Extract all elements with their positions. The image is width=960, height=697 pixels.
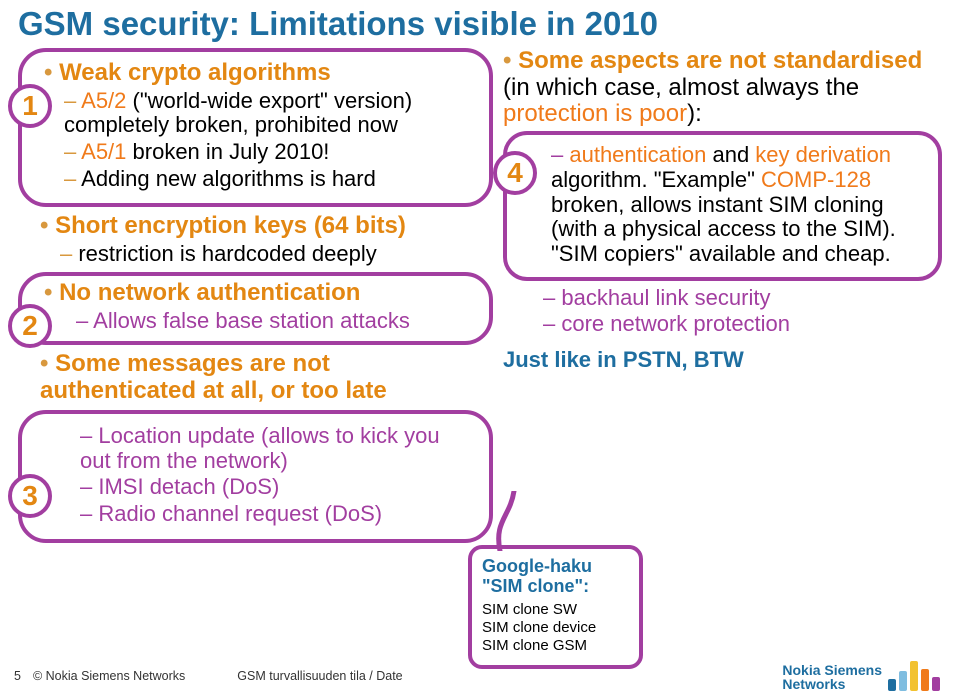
lead-text: Some aspects are not standardised [503,47,922,74]
sub-hardcoded: restriction is hardcoded deeply [60,242,479,267]
txt-a51-rest: broken in July 2010! [126,139,329,164]
sub-auth-key: authentication and key derivation algori… [551,143,928,266]
sub-imsi-detach: IMSI detach (DoS) [80,475,475,500]
txt-and: and [706,142,755,167]
sub-adding-hard: Adding new algorithms is hard [64,167,475,192]
logo-line2: Networks [782,677,882,691]
badge-1: 1 [8,84,52,128]
just-like-pstn: Just like in PSTN, BTW [503,347,942,373]
box-no-auth: 2 No network authentication Allows false… [18,272,493,345]
badge-2: 2 [8,304,52,348]
hl-a52: A5/2 [81,88,126,113]
right-column: Some aspects are not standardised (in wh… [503,48,942,548]
footer-meta: GSM turvallisuuden tila / Date [237,669,402,683]
sub-loc-update: Location update (allows to kick you out … [80,424,475,473]
badge-4: 4 [493,151,537,195]
page-title: GSM security: Limitations visible in 201… [18,6,942,42]
right-lead: Some aspects are not standardised (in wh… [503,48,942,127]
sub-core-net: core network protection [543,311,942,337]
callout-sim-clone: Google-haku "SIM clone": SIM clone SW SI… [468,545,643,669]
hl-auth: authentication [569,142,706,167]
logo-text: Nokia Siemens Networks [782,663,882,691]
right-tail: backhaul link security core network prot… [503,285,942,338]
callout-cap2: "SIM clone": [482,577,629,597]
box-messages-subs: 3 Location update (allows to kick you ou… [18,410,493,543]
callout-i3: SIM clone GSM [482,637,629,655]
callout-items: SIM clone SW SIM clone device SIM clone … [482,601,629,655]
bullet-no-auth: No network authentication [44,280,475,306]
copyright: © Nokia Siemens Networks [33,669,185,683]
slide: GSM security: Limitations visible in 201… [0,0,960,697]
badge-3: 3 [8,474,52,518]
cont-a: (in which case, almost always the [503,74,859,101]
logo-bars-icon [888,661,940,691]
block-short-keys: Short encryption keys (64 bits) restrict… [18,213,493,266]
box-4: 4 authentication and key derivation algo… [503,131,942,280]
left-column: 1 Weak crypto algorithms A5/2 ("world-wi… [18,48,493,548]
txt-comp128-rest: broken, allows instant SIM cloning (with… [551,192,896,266]
hl-a51: A5/1 [81,139,126,164]
footer-left: 5 © Nokia Siemens Networks GSM turvallis… [14,669,403,683]
txt-ex: algorithm. "Example" [551,167,761,192]
sub-radio-req: Radio channel request (DoS) [80,502,475,527]
callout-tail-icon [484,491,520,551]
sub-false-base: Allows false base station attacks [76,309,475,334]
content-columns: 1 Weak crypto algorithms A5/2 ("world-wi… [18,48,942,548]
sub-a51: A5/1 broken in July 2010! [64,140,475,165]
callout-i1: SIM clone SW [482,601,629,619]
cont-c: ): [687,100,702,127]
bullet-short-keys: Short encryption keys (64 bits) [40,213,479,239]
page-number: 5 [14,669,21,683]
callout-cap1: Google-haku [482,557,629,577]
cont-b: protection is poor [503,100,687,127]
block-some-messages: Some messages are not authenticated at a… [18,351,493,404]
sub-a52: A5/2 ("world-wide export" version) compl… [64,89,475,138]
callout-i2: SIM clone device [482,619,629,637]
footer: 5 © Nokia Siemens Networks GSM turvallis… [0,661,960,691]
hl-keyderiv: key derivation [755,142,891,167]
box-weak-crypto: 1 Weak crypto algorithms A5/2 ("world-wi… [18,48,493,207]
logo-line1: Nokia Siemens [782,663,882,677]
nsn-logo: Nokia Siemens Networks [782,661,940,691]
bullet-weak-crypto: Weak crypto algorithms [44,60,475,86]
hl-comp128: COMP-128 [761,167,871,192]
bullet-some-messages: Some messages are not authenticated at a… [40,351,479,404]
sub-backhaul: backhaul link security [543,285,942,311]
